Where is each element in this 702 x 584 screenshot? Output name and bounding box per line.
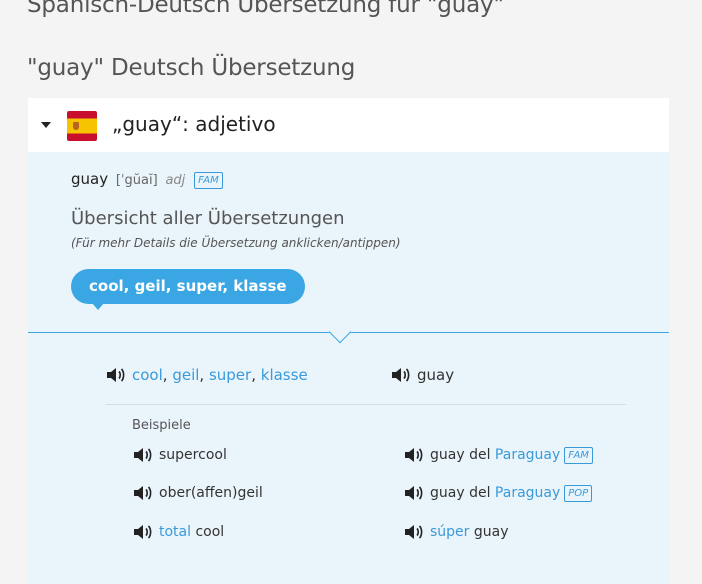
overview-title: Übersicht aller Übersetzungen [71, 208, 345, 229]
main-translation-source: guay [390, 366, 454, 384]
example-word-link[interactable]: Paraguay [495, 485, 560, 501]
speaker-icon[interactable] [132, 484, 154, 502]
separator: , [199, 366, 209, 384]
translation-link[interactable]: super [209, 366, 251, 384]
example-word-link[interactable]: súper [430, 524, 469, 540]
examples-label: Beispiele [132, 418, 191, 433]
example-text: ober(affen)geil [159, 485, 263, 501]
phonetic: [ˈgŭaĭ] [115, 173, 158, 188]
dictionary-entry-card: „guay“: adjetivo guay [ˈgŭaĭ] adj FAM Üb… [28, 98, 669, 584]
speaker-icon[interactable] [105, 366, 127, 384]
register-tag: FAM [194, 172, 223, 189]
example-word-link[interactable]: total [159, 524, 191, 540]
page-heading: Spanisch-Deutsch Übersetzung für "guay" [27, 0, 504, 18]
pill-pointer [92, 303, 104, 310]
speaker-icon[interactable] [403, 446, 425, 464]
source-word: guay [417, 366, 455, 384]
caret-down-icon[interactable] [41, 122, 51, 128]
translation-link[interactable]: geil [172, 366, 199, 384]
headword: guay [71, 170, 109, 188]
entry-title: „guay“: adjetivo [112, 112, 276, 136]
example-german: supercool [132, 446, 227, 464]
speaker-icon[interactable] [403, 523, 425, 541]
divider-notch [328, 320, 352, 344]
example-text: guay [469, 524, 509, 540]
example-spanish: súper guay [403, 523, 509, 541]
translation-link[interactable]: cool [132, 366, 163, 384]
entry-body: guay [ˈgŭaĭ] adj FAM Übersicht aller Übe… [28, 152, 669, 584]
translation-link[interactable]: klasse [261, 366, 308, 384]
part-of-speech: adj [165, 173, 186, 188]
example-text: guay del [430, 485, 495, 501]
speaker-icon[interactable] [390, 366, 412, 384]
example-spanish: guay del Paraguay FAM [403, 446, 593, 464]
overview-note: (Für mehr Details die Übersetzung anklic… [71, 236, 401, 250]
example-text: guay del [430, 447, 495, 463]
example-text: cool [191, 524, 225, 540]
section-heading: "guay" Deutsch Übersetzung [27, 55, 356, 81]
example-text: supercool [159, 447, 227, 463]
example-german: total cool [132, 523, 224, 541]
headword-line: guay [ˈgŭaĭ] adj FAM [71, 170, 223, 189]
main-translation-target: cool, geil, super, klasse [105, 366, 308, 384]
speaker-icon[interactable] [132, 446, 154, 464]
separator: , [162, 366, 173, 384]
example-word-link[interactable]: Paraguay [495, 447, 560, 463]
sub-divider [106, 404, 626, 405]
example-german: ober(affen)geil [132, 484, 263, 502]
entry-header[interactable]: „guay“: adjetivo [28, 98, 669, 152]
main-translation-links: cool, geil, super, klasse [132, 366, 308, 384]
register-tag: POP [564, 484, 593, 502]
speaker-icon[interactable] [132, 523, 154, 541]
spain-flag-icon [67, 111, 97, 141]
register-tag: FAM [564, 446, 593, 464]
separator: , [251, 366, 261, 384]
example-spanish: guay del Paraguay POP [403, 484, 593, 502]
speaker-icon[interactable] [403, 484, 425, 502]
translation-summary-pill[interactable]: cool, geil, super, klasse [71, 269, 305, 304]
